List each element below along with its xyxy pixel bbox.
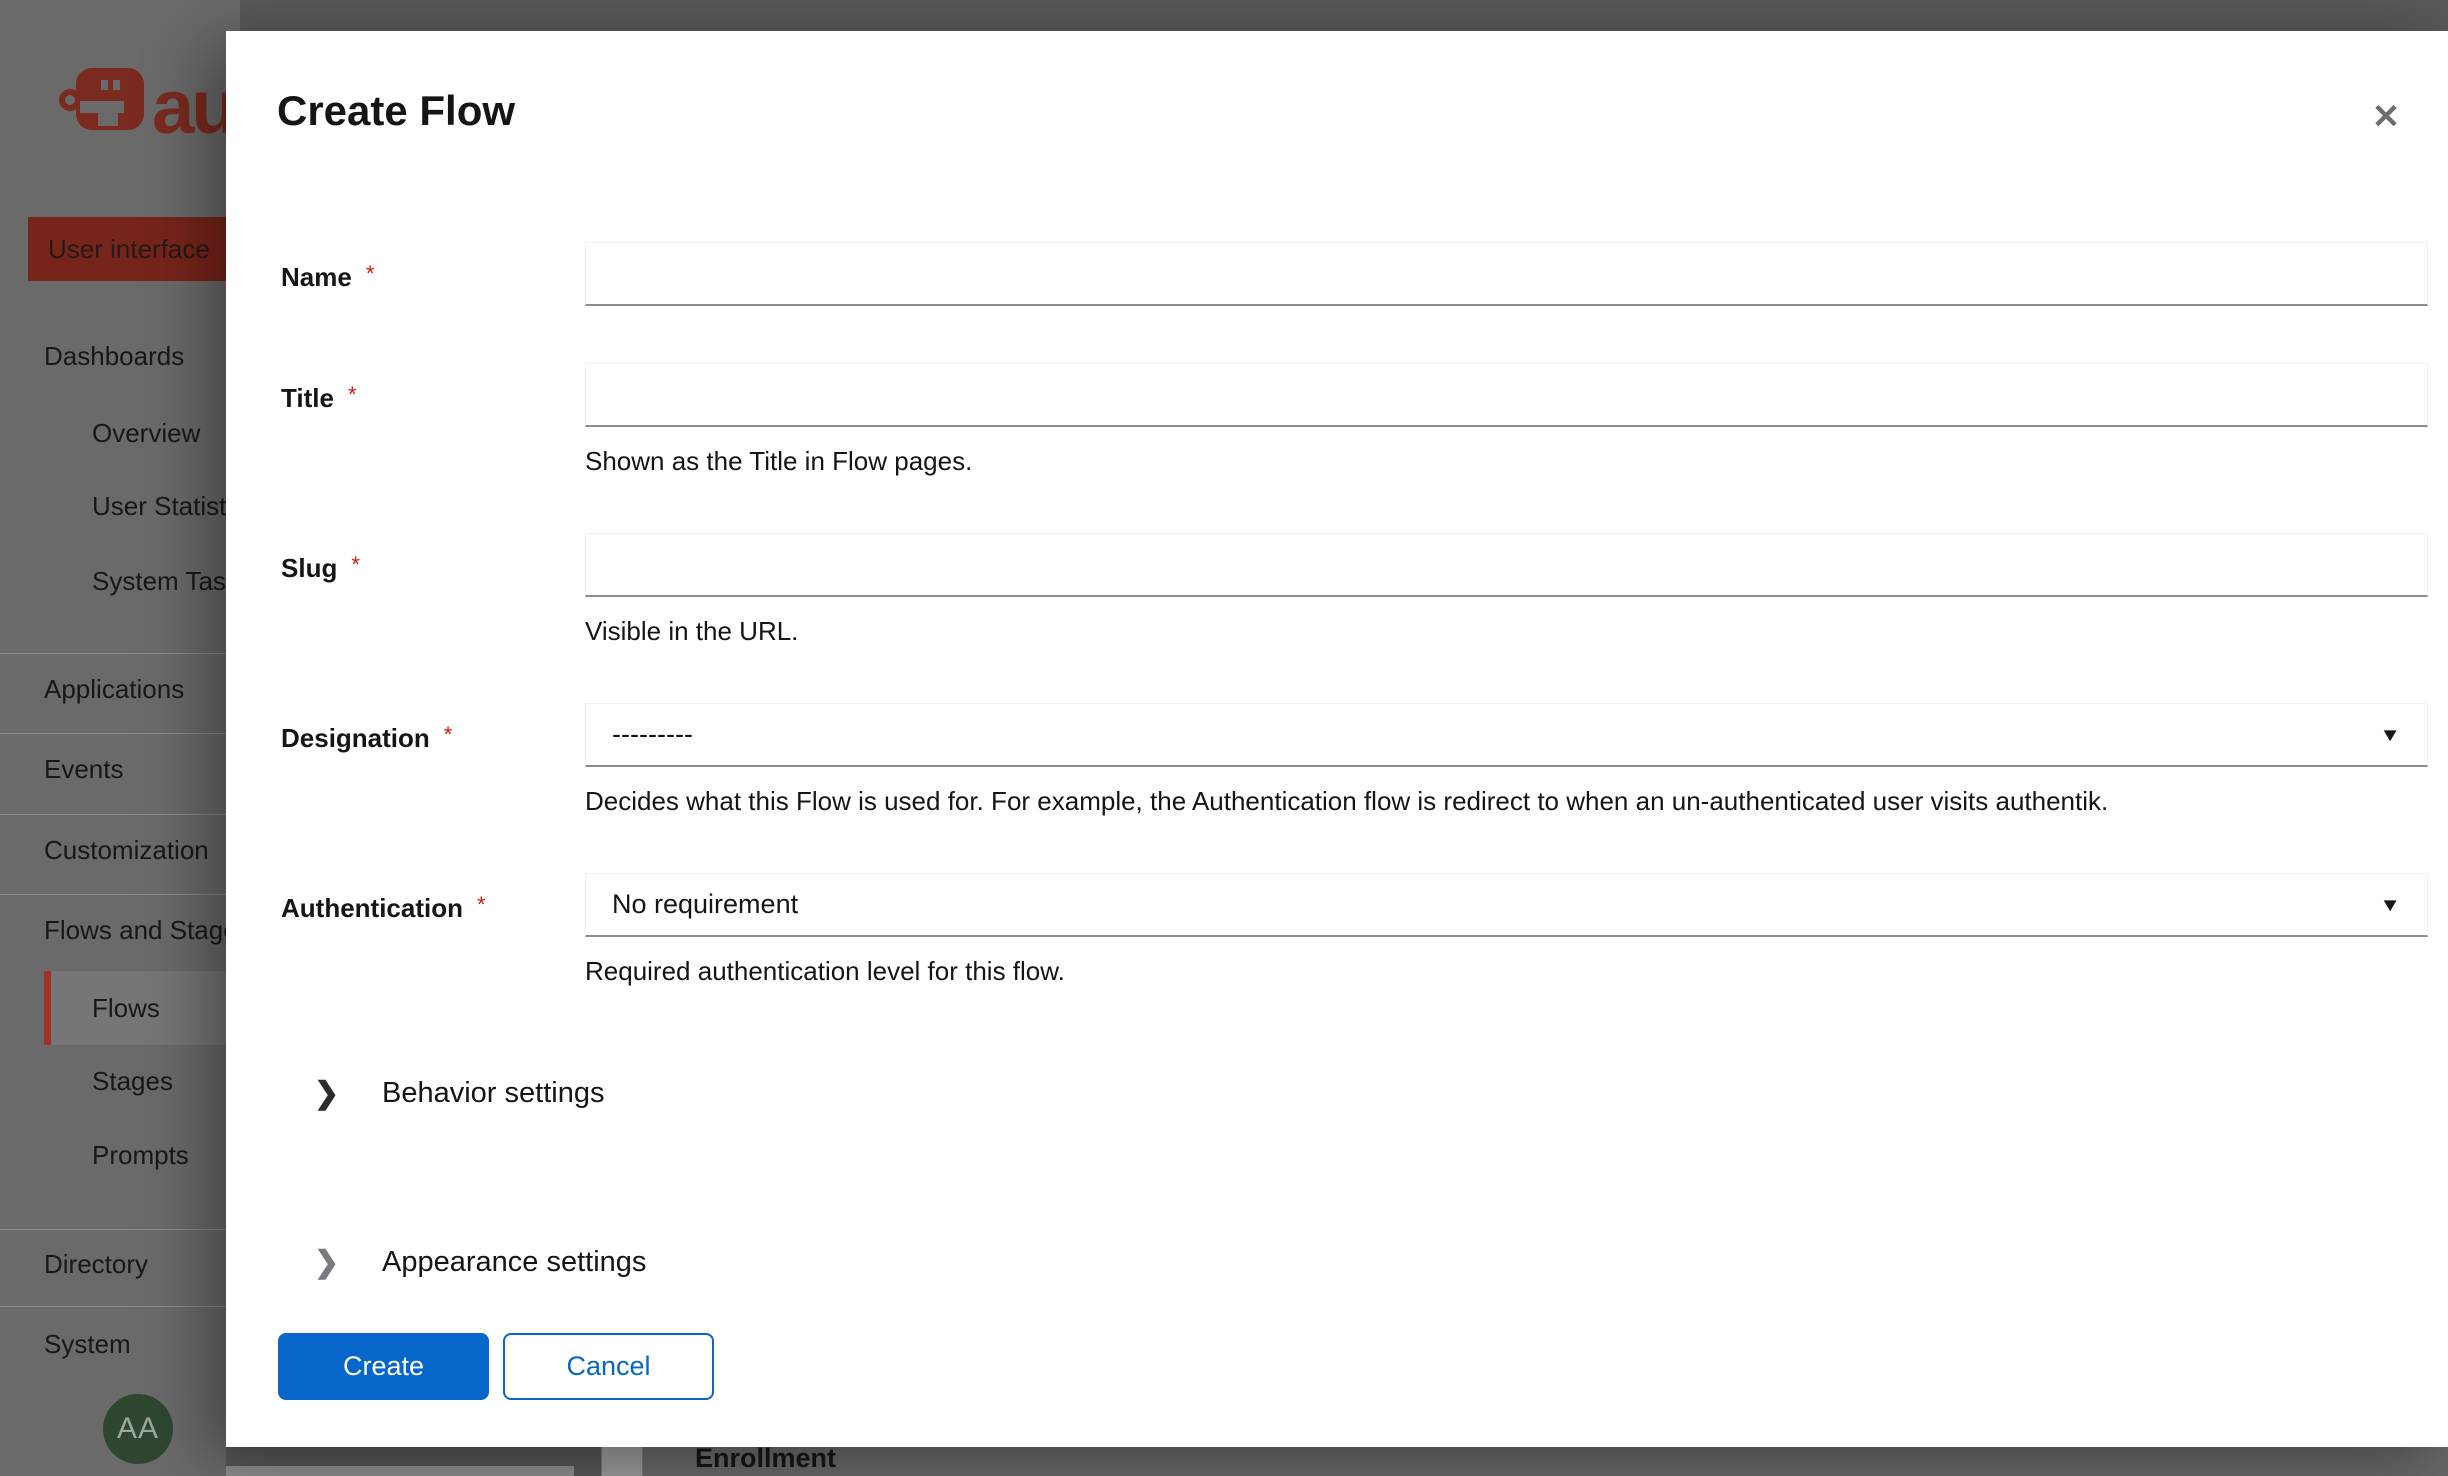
- sidebar: au User interface Dashboards Overview Us…: [0, 0, 240, 1476]
- sidebar-item-flows-and-stages[interactable]: Flows and Stages: [44, 905, 240, 955]
- nav-divider: [0, 1306, 240, 1307]
- user-interface-button[interactable]: User interface: [28, 217, 240, 281]
- sidebar-item-flows[interactable]: Flows: [92, 983, 160, 1033]
- appearance-settings-label: Appearance settings: [382, 1246, 646, 1279]
- required-asterisk: *: [477, 892, 486, 917]
- required-asterisk: *: [348, 382, 357, 407]
- backdrop-scrollbar: [226, 1466, 574, 1476]
- page-header-backdrop: [0, 0, 2448, 31]
- slug-input[interactable]: [585, 533, 2428, 597]
- designation-label: Designation*: [281, 703, 576, 770]
- nav-divider: [0, 814, 240, 815]
- cancel-button[interactable]: Cancel: [503, 1333, 714, 1400]
- sidebar-item-stages[interactable]: Stages: [92, 1056, 173, 1106]
- sidebar-item-system[interactable]: System: [44, 1319, 131, 1369]
- behavior-settings-expander[interactable]: ❯ Behavior settings: [314, 1063, 604, 1123]
- app-root: au User interface Dashboards Overview Us…: [0, 0, 2448, 1476]
- chevron-down-icon: ▼: [2379, 893, 2401, 915]
- authentication-help-text: Required authentication level for this f…: [585, 955, 2428, 987]
- sidebar-item-prompts[interactable]: Prompts: [92, 1130, 189, 1180]
- designation-help-text: Decides what this Flow is used for. For …: [585, 785, 2428, 817]
- nav-active-bar: [44, 971, 51, 1045]
- sidebar-item-directory[interactable]: Directory: [44, 1239, 148, 1289]
- authentication-select[interactable]: No requirement ▼: [585, 873, 2428, 937]
- nav-divider: [0, 733, 240, 734]
- sidebar-item-user-statistics[interactable]: User Statistics: [92, 481, 240, 531]
- sidebar-item-dashboards[interactable]: Dashboards: [44, 331, 184, 381]
- sidebar-item-system-tasks[interactable]: System Tasks: [92, 556, 240, 606]
- sidebar-item-overview[interactable]: Overview: [92, 408, 200, 458]
- modal-title: Create Flow: [277, 87, 515, 135]
- chevron-right-icon: ❯: [314, 1076, 340, 1111]
- backdrop-expand-cell: [601, 1447, 643, 1476]
- title-help-text: Shown as the Title in Flow pages.: [585, 445, 2428, 477]
- authentication-label: Authentication*: [281, 873, 576, 940]
- nav-divider: [0, 894, 240, 895]
- sidebar-item-applications[interactable]: Applications: [44, 664, 184, 714]
- logo-wordmark: au: [152, 64, 235, 151]
- sidebar-item-customization[interactable]: Customization: [44, 825, 209, 875]
- backdrop-row-label: Enrollment: [695, 1443, 836, 1474]
- chevron-right-icon: ❯: [314, 1245, 340, 1280]
- create-flow-modal: Create Flow ✕ Name* Title* Shown as the …: [226, 31, 2448, 1447]
- authentication-select-value: No requirement: [612, 889, 798, 920]
- create-button[interactable]: Create: [278, 1333, 489, 1400]
- title-label: Title*: [281, 363, 576, 430]
- page-content-backdrop: Enrollment: [226, 1447, 2448, 1476]
- behavior-settings-label: Behavior settings: [382, 1077, 604, 1110]
- required-asterisk: *: [444, 722, 453, 747]
- required-asterisk: *: [351, 552, 360, 577]
- title-input[interactable]: [585, 363, 2428, 427]
- name-input[interactable]: [585, 242, 2428, 306]
- slug-label: Slug*: [281, 533, 576, 600]
- designation-select-value: ---------: [612, 719, 693, 750]
- avatar[interactable]: AA: [103, 1394, 173, 1464]
- name-label: Name*: [281, 242, 576, 309]
- required-asterisk: *: [366, 261, 375, 286]
- chevron-down-icon: ▼: [2379, 723, 2401, 745]
- sidebar-item-events[interactable]: Events: [44, 744, 124, 794]
- appearance-settings-expander[interactable]: ❯ Appearance settings: [314, 1232, 646, 1292]
- modal-footer: Create Cancel: [278, 1333, 714, 1400]
- nav-divider: [0, 1229, 240, 1230]
- close-icon[interactable]: ✕: [2362, 93, 2410, 141]
- designation-select[interactable]: --------- ▼: [585, 703, 2428, 767]
- slug-help-text: Visible in the URL.: [585, 615, 2428, 647]
- nav-divider: [0, 653, 240, 654]
